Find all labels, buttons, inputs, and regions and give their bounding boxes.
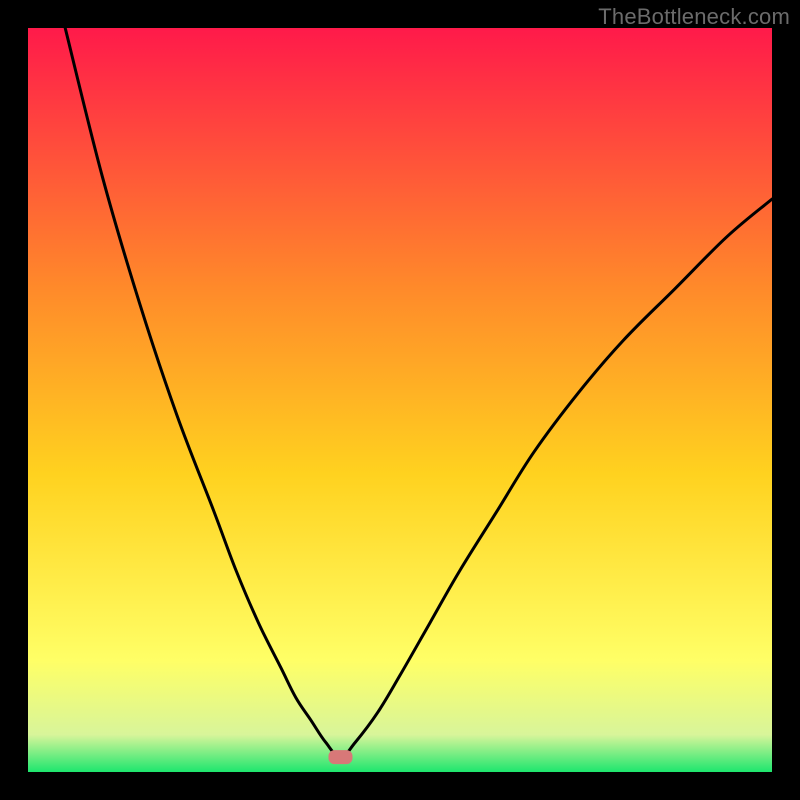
plot-background: [28, 28, 772, 772]
optimum-marker: [328, 750, 352, 764]
watermark-text: TheBottleneck.com: [598, 4, 790, 30]
chart-svg: [0, 0, 800, 800]
chart-container: TheBottleneck.com: [0, 0, 800, 800]
